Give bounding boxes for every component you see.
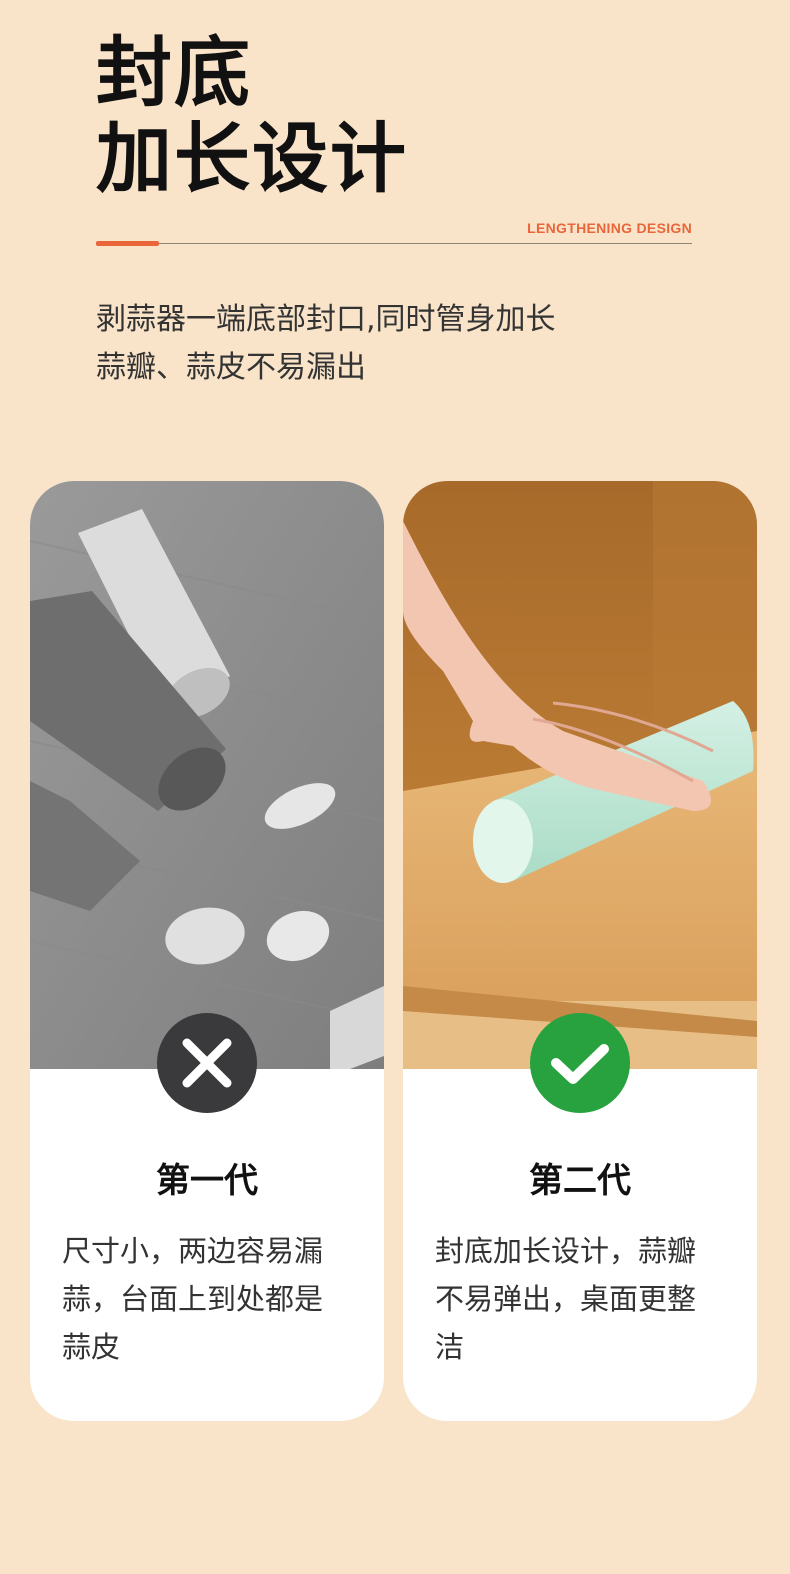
description: 剥蒜器一端底部封口,同时管身加长 蒜瓣、蒜皮不易漏出 [96,296,556,392]
x-icon [182,1038,232,1088]
card-second-generation: 第二代 封底加长设计，蒜瓣 不易弹出，桌面更整 洁 [403,481,757,1421]
card-description: 尺寸小，两边容易漏 蒜，台面上到处都是 蒜皮 [62,1227,362,1371]
description-line-2: 蒜瓣、蒜皮不易漏出 [96,350,366,385]
card-description: 封底加长设计，蒜瓣 不易弹出，桌面更整 洁 [435,1227,735,1371]
divider-accent [96,241,159,246]
card-text-line: 蒜，台面上到处都是 [62,1282,324,1316]
description-line-1: 剥蒜器一端底部封口,同时管身加长 [96,302,556,337]
first-generation-photo [30,481,384,1069]
divider-line [96,243,692,244]
page-title: 封底 加长设计 [96,30,408,202]
title-line-2: 加长设计 [96,114,408,203]
card-title: 第二代 [529,1161,631,1201]
card-text-line: 尺寸小，两边容易漏 [62,1234,324,1268]
status-badge-x [157,1013,257,1113]
card-first-generation: 第一代 尺寸小，两边容易漏 蒜，台面上到处都是 蒜皮 [30,481,384,1421]
card-text-line: 洁 [435,1330,465,1364]
card-text-line: 蒜皮 [62,1330,121,1364]
card-text-line: 封底加长设计，蒜瓣 [435,1234,697,1268]
status-badge-check [530,1013,630,1113]
english-subtitle: LENGTHENING DESIGN [527,220,692,236]
title-line-1: 封底 [96,28,252,117]
check-icon [551,1044,609,1084]
card-text-line: 不易弹出，桌面更整 [435,1282,697,1316]
second-generation-photo [403,481,757,1069]
card-title: 第一代 [156,1161,258,1201]
